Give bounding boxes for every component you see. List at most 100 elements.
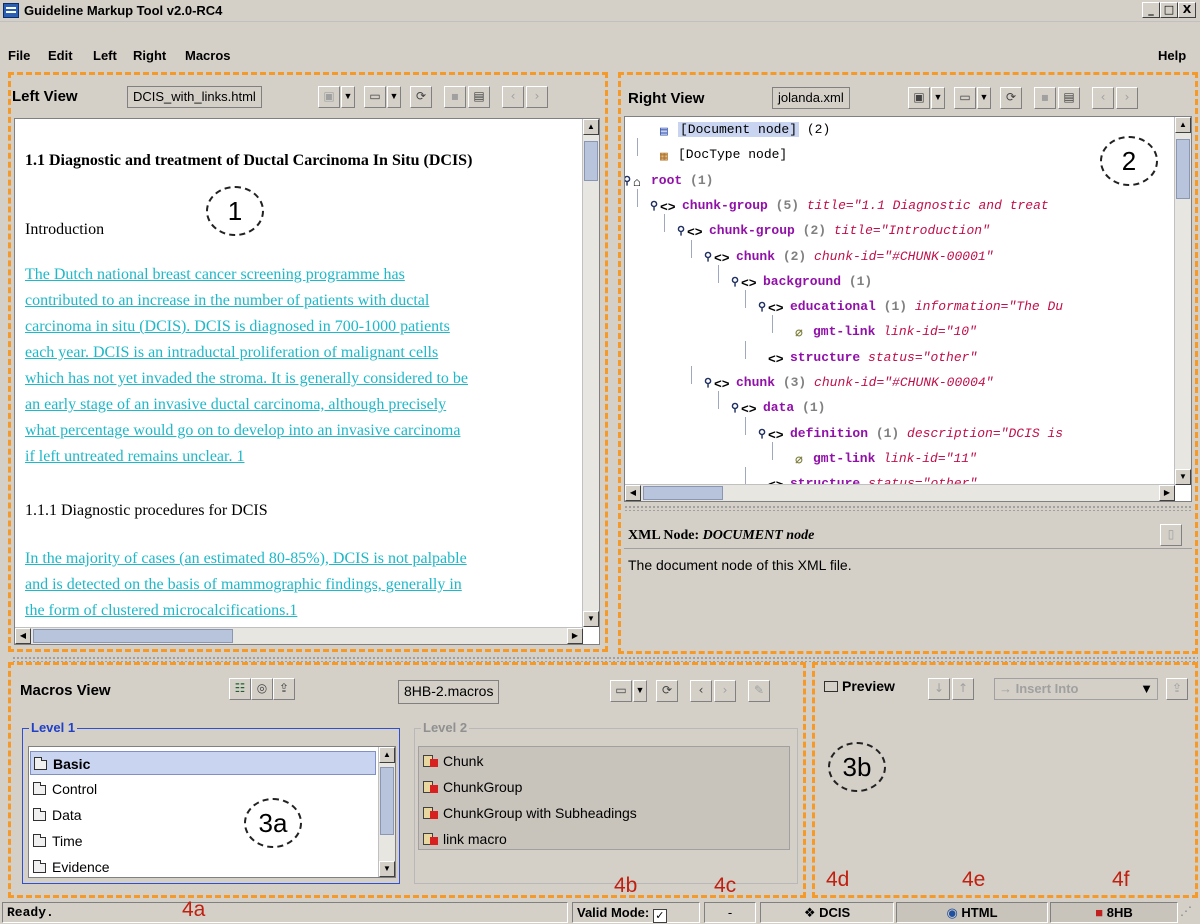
- expand-handle-icon[interactable]: ⚲: [677, 221, 687, 243]
- scroll-down-arrow[interactable]: ▼: [583, 611, 599, 627]
- open-folder-dropdown[interactable]: ▼: [977, 87, 991, 109]
- menu-right[interactable]: Right: [133, 48, 166, 63]
- scroll-right-arrow[interactable]: ▶: [1159, 485, 1175, 501]
- level2-item[interactable]: ChunkGroup with Subheadings: [423, 801, 637, 825]
- left-horizontal-scrollbar[interactable]: ◀ ▶: [15, 627, 583, 644]
- open-folder-button[interactable]: ▭: [364, 86, 386, 108]
- tree-node[interactable]: ⚲ <> educational (1) information="The Du: [758, 296, 1063, 318]
- forward-arrow-icon[interactable]: ›: [526, 86, 548, 108]
- tree-node[interactable]: ⚲ <> chunk-group (5) title="1.1 Diagnostic…: [650, 195, 1049, 217]
- new-document-button[interactable]: ▣: [318, 86, 340, 108]
- tree-node[interactable]: ∅ gmt-link link-id="10": [785, 321, 977, 343]
- dcis-cell[interactable]: ❖ DCIS: [760, 902, 894, 923]
- level2-item[interactable]: link macro: [423, 827, 507, 851]
- left-document-view[interactable]: 1.1 Diagnostic and treatment of Ductal C…: [14, 118, 600, 645]
- new-document-dropdown[interactable]: ▼: [341, 86, 355, 108]
- scroll-left-arrow[interactable]: ◀: [15, 628, 31, 644]
- open-folder-dropdown[interactable]: ▼: [633, 680, 647, 702]
- tree-horizontal-scrollbar[interactable]: ◀ ▶: [625, 484, 1175, 501]
- tree-node[interactable]: ▦ [DocType node]: [650, 144, 787, 166]
- new-document-dropdown[interactable]: ▼: [931, 87, 945, 109]
- menu-left[interactable]: Left: [93, 48, 117, 63]
- edit-icon[interactable]: ✎: [748, 680, 770, 702]
- scroll-thumb[interactable]: [584, 141, 598, 181]
- tree-node[interactable]: ∅ gmt-link link-id="11": [785, 448, 977, 470]
- doc-link-line[interactable]: an early stage of an invasive ductal car…: [25, 393, 585, 417]
- level1-scrollbar[interactable]: ▲ ▼: [378, 747, 395, 877]
- expand-handle-icon[interactable]: ⚲: [731, 272, 741, 294]
- insert-icon[interactable]: ⇪: [1166, 678, 1188, 700]
- doc-link-line[interactable]: carcinoma in situ (DCIS). DCIS is diagno…: [25, 315, 585, 339]
- binoculars-icon[interactable]: ◎: [251, 678, 273, 700]
- scroll-up-arrow[interactable]: ▲: [379, 747, 395, 763]
- level1-item[interactable]: Control: [33, 777, 97, 801]
- html-cell[interactable]: ◉ HTML: [896, 902, 1048, 923]
- minimize-button[interactable]: _: [1142, 2, 1160, 18]
- save-icon[interactable]: ▪: [444, 86, 466, 108]
- open-folder-dropdown[interactable]: ▼: [387, 86, 401, 108]
- tree-vertical-scrollbar[interactable]: ▲ ▼: [1174, 117, 1191, 485]
- tree-node[interactable]: ⚲ <> definition (1) description="DCIS is: [758, 423, 1063, 445]
- expand-handle-icon[interactable]: ⚲: [704, 247, 714, 269]
- insert-into-select[interactable]: → Insert Into ▼: [994, 678, 1158, 700]
- hscroll-thumb[interactable]: [643, 486, 723, 500]
- doc-link-line[interactable]: contributed to an increase in the number…: [25, 289, 585, 313]
- tree-node[interactable]: <> structure status="other": [758, 347, 977, 369]
- scroll-up-arrow[interactable]: ▲: [583, 119, 599, 135]
- level1-item[interactable]: Evidence: [33, 855, 110, 879]
- maximize-button[interactable]: □: [1160, 2, 1178, 18]
- level2-item[interactable]: Chunk: [423, 749, 483, 773]
- tree-node[interactable]: ⚲ <> background (1): [731, 271, 872, 293]
- hscroll-thumb[interactable]: [33, 629, 233, 643]
- doc-link-line[interactable]: In the majority of cases (an estimated 8…: [25, 547, 585, 571]
- doc-link-line[interactable]: each year. DCIS is an intraductal prolif…: [25, 341, 585, 365]
- menu-file[interactable]: File: [8, 48, 30, 63]
- trash-icon[interactable]: ▯: [1160, 524, 1182, 546]
- left-vertical-scrollbar[interactable]: ▲ ▼: [582, 119, 599, 627]
- tree-node[interactable]: ⚲ <> chunk (3) chunk-id="#CHUNK-00004": [704, 372, 993, 394]
- save-icon[interactable]: ▪: [1034, 87, 1056, 109]
- move-up-icon[interactable]: ↑: [952, 678, 974, 700]
- doc-link-line[interactable]: the form of clustered microcalcification…: [25, 599, 585, 623]
- tree-node[interactable]: ⚲ <> chunk (2) chunk-id="#CHUNK-00001": [704, 246, 993, 268]
- level1-item[interactable]: Time: [33, 829, 83, 853]
- doc-link-line[interactable]: what percentage would go on to develop i…: [25, 419, 585, 443]
- tree-node[interactable]: ▤ [Document node] (2): [650, 119, 830, 141]
- open-folder-button[interactable]: ▭: [954, 87, 976, 109]
- level1-item[interactable]: Data: [33, 803, 82, 827]
- valid-mode-checkbox[interactable]: ✓: [652, 909, 667, 923]
- expand-handle-icon[interactable]: ⚲: [758, 424, 768, 446]
- doc-link-line[interactable]: if left untreated remains unclear. 1: [25, 445, 585, 469]
- scroll-thumb[interactable]: [380, 767, 394, 835]
- scroll-down-arrow[interactable]: ▼: [379, 861, 395, 877]
- level1-list[interactable]: Basic Control Data Time Evidence ▲ ▼: [28, 746, 396, 878]
- save-as-icon[interactable]: ▤: [1058, 87, 1080, 109]
- scroll-thumb[interactable]: [1176, 139, 1190, 199]
- forward-arrow-icon[interactable]: ›: [1116, 87, 1138, 109]
- reload-icon[interactable]: ⟳: [1000, 87, 1022, 109]
- save-as-icon[interactable]: ▤: [468, 86, 490, 108]
- level2-item[interactable]: ChunkGroup: [423, 775, 522, 799]
- reload-icon[interactable]: ⟳: [656, 680, 678, 702]
- back-arrow-icon[interactable]: ‹: [502, 86, 524, 108]
- level2-list[interactable]: Chunk ChunkGroup ChunkGroup with Subheadin…: [418, 746, 790, 850]
- scroll-left-arrow[interactable]: ◀: [625, 485, 641, 501]
- open-folder-button[interactable]: ▭: [610, 680, 632, 702]
- menu-macros[interactable]: Macros: [185, 48, 231, 63]
- scroll-right-arrow[interactable]: ▶: [567, 628, 583, 644]
- close-button[interactable]: X: [1178, 2, 1196, 18]
- forward-arrow-icon[interactable]: ›: [714, 680, 736, 702]
- reload-icon[interactable]: ⟳: [410, 86, 432, 108]
- move-down-icon[interactable]: ↓: [928, 678, 950, 700]
- menu-edit[interactable]: Edit: [48, 48, 73, 63]
- expand-handle-icon[interactable]: ⚲: [731, 398, 741, 420]
- new-document-button[interactable]: ▣: [908, 87, 930, 109]
- expand-handle-icon[interactable]: ⚲: [625, 171, 633, 193]
- expand-handle-icon[interactable]: ⚲: [704, 373, 714, 395]
- scroll-down-arrow[interactable]: ▼: [1175, 469, 1191, 485]
- upload-icon[interactable]: ⇪: [273, 678, 295, 700]
- doc-link-line[interactable]: which has not yet invaded the stroma. It…: [25, 367, 585, 391]
- expand-handle-icon[interactable]: ⚲: [650, 196, 660, 218]
- menu-help[interactable]: Help: [1158, 48, 1186, 63]
- resize-grip-icon[interactable]: ⋰: [1180, 904, 1198, 922]
